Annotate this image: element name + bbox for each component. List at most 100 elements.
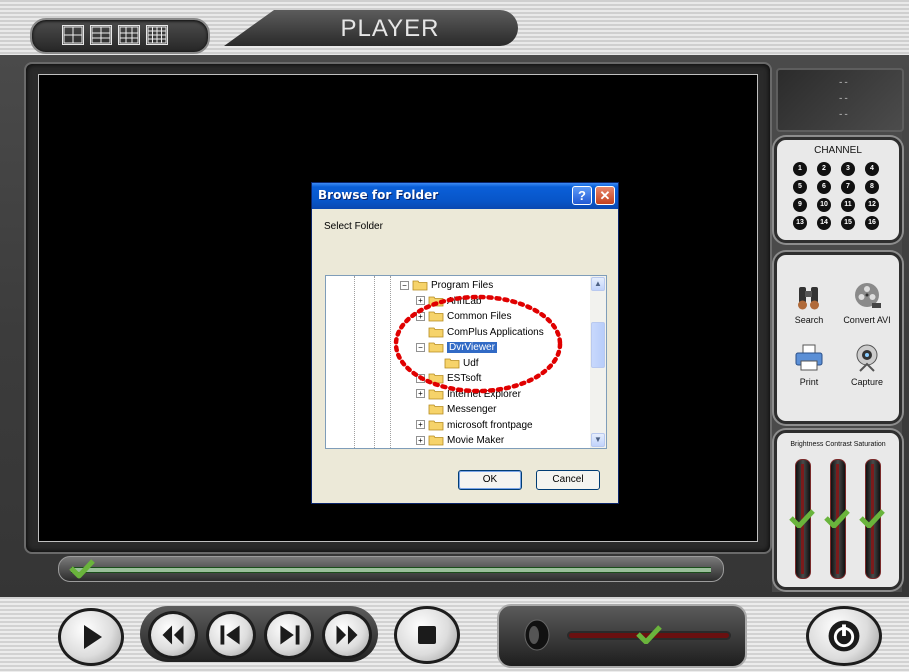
folder-tree[interactable]: − Program Files + AhnLab + Common Files ComPlu…	[325, 275, 607, 449]
browse-folder-dialog: Browse for Folder ? ✕ Select Folder − Pro…	[311, 182, 619, 504]
tree-item[interactable]: − Program Files	[400, 278, 493, 294]
channel-button[interactable]: 10	[817, 198, 831, 212]
saturation-thumb-check-icon[interactable]	[859, 508, 885, 528]
scroll-down-icon[interactable]: ▼	[591, 433, 605, 447]
search-button[interactable]: Search	[779, 281, 839, 325]
tree-item-label: ComPlus Applications	[447, 326, 544, 338]
brightness-thumb-check-icon[interactable]	[789, 508, 815, 528]
tree-guide-line	[354, 276, 355, 448]
folder-icon	[428, 403, 444, 415]
channel-button[interactable]: 5	[793, 180, 807, 194]
previous-frame-button[interactable]	[206, 611, 256, 659]
scroll-thumb[interactable]	[591, 322, 605, 368]
expand-icon[interactable]: +	[416, 435, 425, 445]
expand-icon[interactable]: +	[416, 373, 425, 383]
collapse-icon[interactable]: −	[400, 280, 409, 290]
power-button[interactable]	[806, 606, 882, 666]
tree-item-label: AhnLab	[447, 295, 482, 307]
folder-icon	[428, 419, 444, 431]
folder-icon	[428, 434, 444, 446]
channel-button[interactable]: 7	[841, 180, 855, 194]
collapse-icon[interactable]: −	[416, 342, 425, 352]
volume-thumb-check-icon[interactable]	[636, 624, 662, 644]
speaker-icon[interactable]	[513, 618, 553, 652]
tree-item[interactable]: ComPlus Applications	[416, 325, 544, 341]
folder-icon	[428, 388, 444, 400]
search-label: Search	[794, 315, 824, 325]
stop-button[interactable]	[394, 606, 460, 664]
info-line-3: --	[838, 110, 849, 120]
fast-forward-button[interactable]	[322, 611, 372, 659]
info-line-1: --	[838, 78, 849, 88]
tree-item[interactable]: + Common Files	[416, 309, 511, 325]
channel-button[interactable]: 3	[841, 162, 855, 176]
layout-1x1-button[interactable]	[62, 25, 84, 45]
tree-item[interactable]: + ESTsoft	[416, 371, 481, 387]
print-button[interactable]: Print	[779, 343, 839, 387]
tree-item-label: Messenger	[447, 404, 497, 415]
tree-item[interactable]: + Movie Maker	[416, 433, 504, 448]
channel-button[interactable]: 2	[817, 162, 831, 176]
info-display: -- -- --	[776, 68, 904, 132]
help-button[interactable]: ?	[572, 186, 592, 205]
expand-icon[interactable]: +	[416, 420, 425, 430]
ok-button[interactable]: OK	[458, 470, 522, 490]
skip-back-icon	[220, 625, 240, 645]
cancel-button[interactable]: Cancel	[536, 470, 600, 490]
webcam-icon	[852, 343, 882, 373]
dialog-titlebar[interactable]: Browse for Folder ? ✕	[312, 183, 618, 209]
tree-item-label: Udf	[463, 357, 479, 369]
tree-item-label: microsoft frontpage	[447, 419, 533, 431]
capture-button[interactable]: Capture	[837, 343, 897, 387]
scroll-up-icon[interactable]: ▲	[591, 277, 605, 291]
tree-item[interactable]: + Internet Explorer	[416, 387, 521, 403]
grid-3x3-icon	[119, 26, 139, 44]
seek-thumb-check-icon[interactable]	[69, 557, 95, 579]
close-button[interactable]: ✕	[595, 186, 615, 205]
channel-button[interactable]: 15	[841, 216, 855, 230]
channel-button[interactable]: 14	[817, 216, 831, 230]
folder-icon	[428, 326, 444, 338]
channel-button[interactable]: 4	[865, 162, 879, 176]
seek-bar[interactable]	[58, 556, 724, 582]
channel-button[interactable]: 11	[841, 198, 855, 212]
next-frame-button[interactable]	[264, 611, 314, 659]
layout-2x2-button[interactable]	[90, 25, 112, 45]
volume-control	[497, 604, 747, 668]
expand-icon[interactable]: +	[416, 389, 425, 399]
channel-button[interactable]: 8	[865, 180, 879, 194]
tree-item[interactable]: Udf	[432, 356, 479, 372]
folder-icon	[428, 310, 444, 322]
convert-avi-button[interactable]: Convert AVI	[837, 281, 897, 325]
folder-icon	[428, 295, 444, 307]
dialog-title: Browse for Folder	[318, 188, 439, 202]
contrast-thumb-check-icon[interactable]	[824, 508, 850, 528]
tree-item[interactable]: + AhnLab	[416, 294, 481, 310]
film-reel-icon	[852, 281, 882, 311]
channel-button[interactable]: 6	[817, 180, 831, 194]
channel-button[interactable]: 1	[793, 162, 807, 176]
rewind-icon	[162, 625, 184, 645]
info-line-2: --	[838, 94, 849, 104]
channel-button[interactable]: 16	[865, 216, 879, 230]
tree-item[interactable]: Messenger	[416, 402, 496, 418]
tree-item[interactable]: − DvrViewer	[416, 340, 497, 356]
power-icon	[828, 620, 860, 652]
tree-item[interactable]: + microsoft frontpage	[416, 418, 533, 434]
printer-icon	[794, 343, 824, 373]
expand-icon[interactable]: +	[416, 311, 425, 321]
channel-button[interactable]: 12	[865, 198, 879, 212]
page-title: PLAYER	[340, 15, 440, 42]
layout-3x3-button[interactable]	[118, 25, 140, 45]
folder-icon	[444, 357, 460, 369]
rewind-button[interactable]	[148, 611, 198, 659]
capture-label: Capture	[850, 377, 884, 387]
tree-scrollbar[interactable]: ▲ ▼	[590, 276, 606, 448]
expand-icon[interactable]: +	[416, 296, 425, 306]
layout-4x4-button[interactable]	[146, 25, 168, 45]
channel-button[interactable]: 13	[793, 216, 807, 230]
play-button[interactable]	[58, 608, 124, 666]
stop-icon	[418, 626, 436, 644]
tree-item-label: Program Files	[431, 280, 494, 291]
channel-button[interactable]: 9	[793, 198, 807, 212]
